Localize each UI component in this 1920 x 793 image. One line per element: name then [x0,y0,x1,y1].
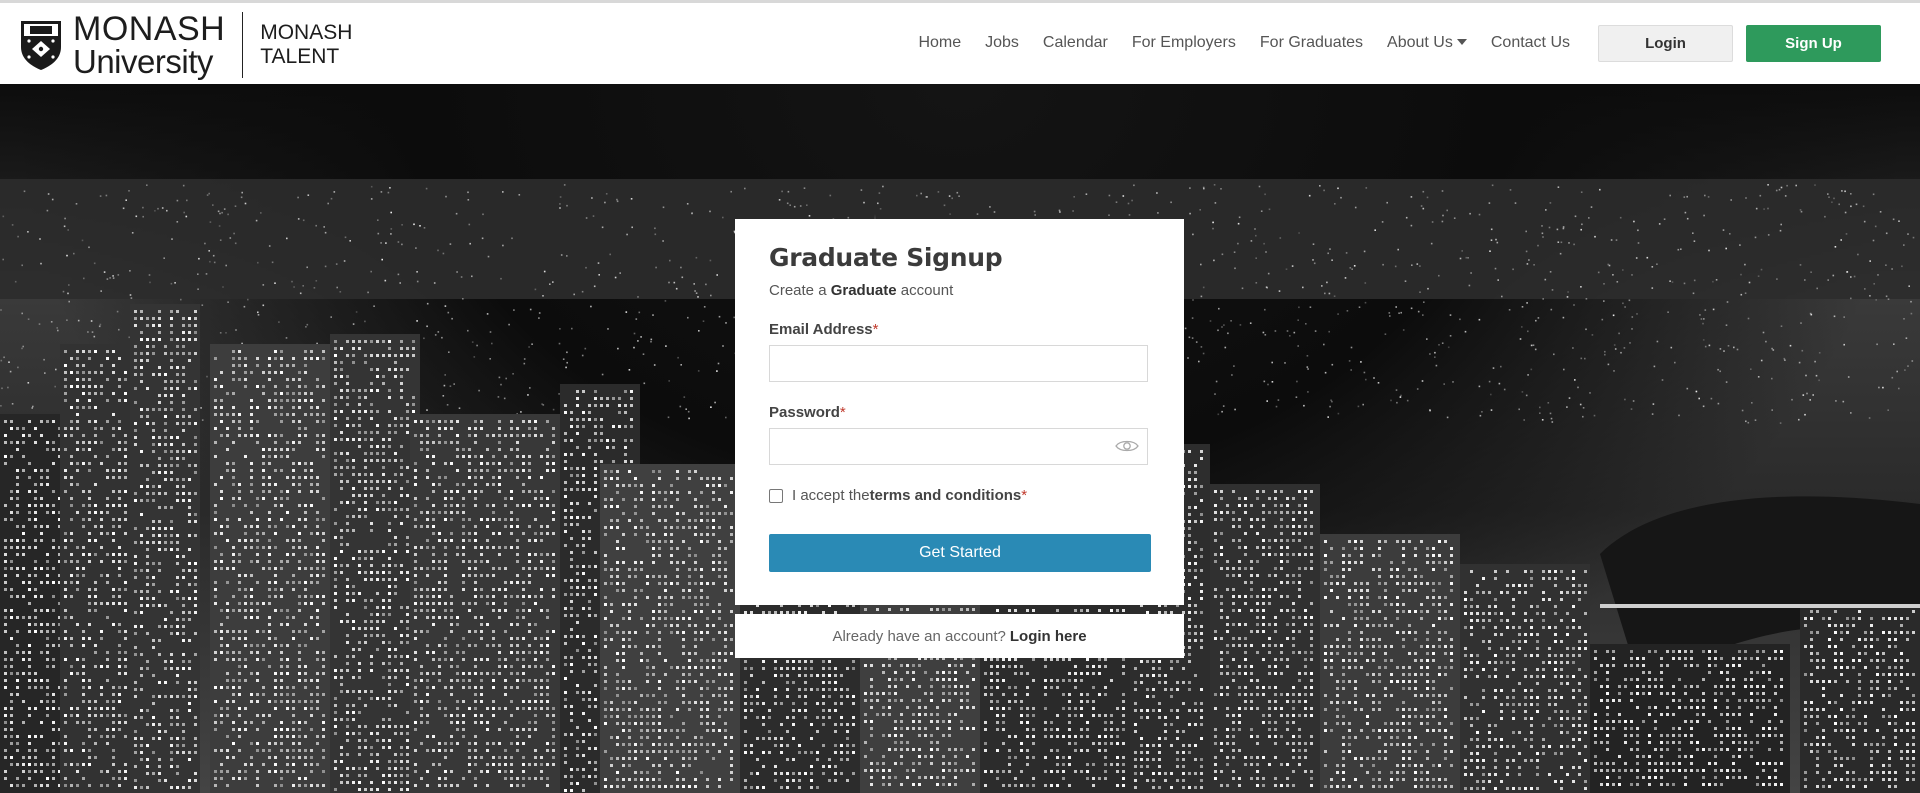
university-wordmark: MONASH University [73,12,225,78]
terms-link[interactable]: terms and conditions [870,487,1022,504]
get-started-button[interactable]: Get Started [769,534,1151,572]
nav-about-us-label: About Us [1387,34,1453,51]
nav-about-us[interactable]: About Us [1387,34,1467,52]
monash-logo[interactable]: MONASH University MONASH TALENT [18,12,352,78]
site-header: MONASH University MONASH TALENT Home Job… [0,3,1920,85]
subtitle-bold: Graduate [830,282,897,299]
password-field[interactable] [769,428,1148,465]
email-field[interactable] [769,345,1148,382]
required-mark: * [872,321,879,338]
signup-button[interactable]: Sign Up [1746,25,1881,62]
talent-line-1: MONASH [260,21,353,44]
terms-prefix: I accept the [792,487,870,504]
password-label: Password* [769,404,1150,421]
signup-card: Graduate Signup Create a Graduate accoun… [735,219,1184,605]
nav-jobs[interactable]: Jobs [985,34,1019,52]
nav-home[interactable]: Home [918,34,961,52]
required-mark: * [1021,487,1028,504]
logo-divider [242,12,244,78]
nav-contact-us[interactable]: Contact Us [1491,34,1570,52]
chevron-down-icon [1456,39,1467,45]
email-label-text: Email Address [769,321,873,338]
talent-wordmark: MONASH TALENT [260,21,352,69]
form-subtitle: Create a Graduate account [769,282,1150,299]
monash-crest-icon [21,21,61,70]
nav-for-employers[interactable]: For Employers [1132,34,1236,52]
main-nav: Home Jobs Calendar For Employers For Gra… [894,34,1570,52]
eye-icon[interactable] [1115,438,1139,454]
talent-line-2: TALENT [260,45,340,68]
login-button[interactable]: Login [1598,25,1733,62]
password-label-text: Password [769,404,840,421]
form-title: Graduate Signup [769,243,1003,272]
nav-for-graduates[interactable]: For Graduates [1260,34,1363,52]
logo-line-2: University [73,43,213,80]
login-prompt: Already have an account? Login here [735,614,1184,658]
subtitle-prefix: Create a [769,282,831,299]
login-here-link[interactable]: Login here [1010,628,1087,645]
email-label: Email Address* [769,321,1150,338]
login-prompt-text: Already have an account? [832,627,1006,645]
required-mark: * [839,404,846,421]
logo-line-1: MONASH [73,10,226,48]
nav-calendar[interactable]: Calendar [1043,34,1108,52]
terms-row: I accept the terms and conditions * [769,487,1150,504]
subtitle-suffix: account [896,282,954,299]
terms-checkbox[interactable] [769,488,783,503]
